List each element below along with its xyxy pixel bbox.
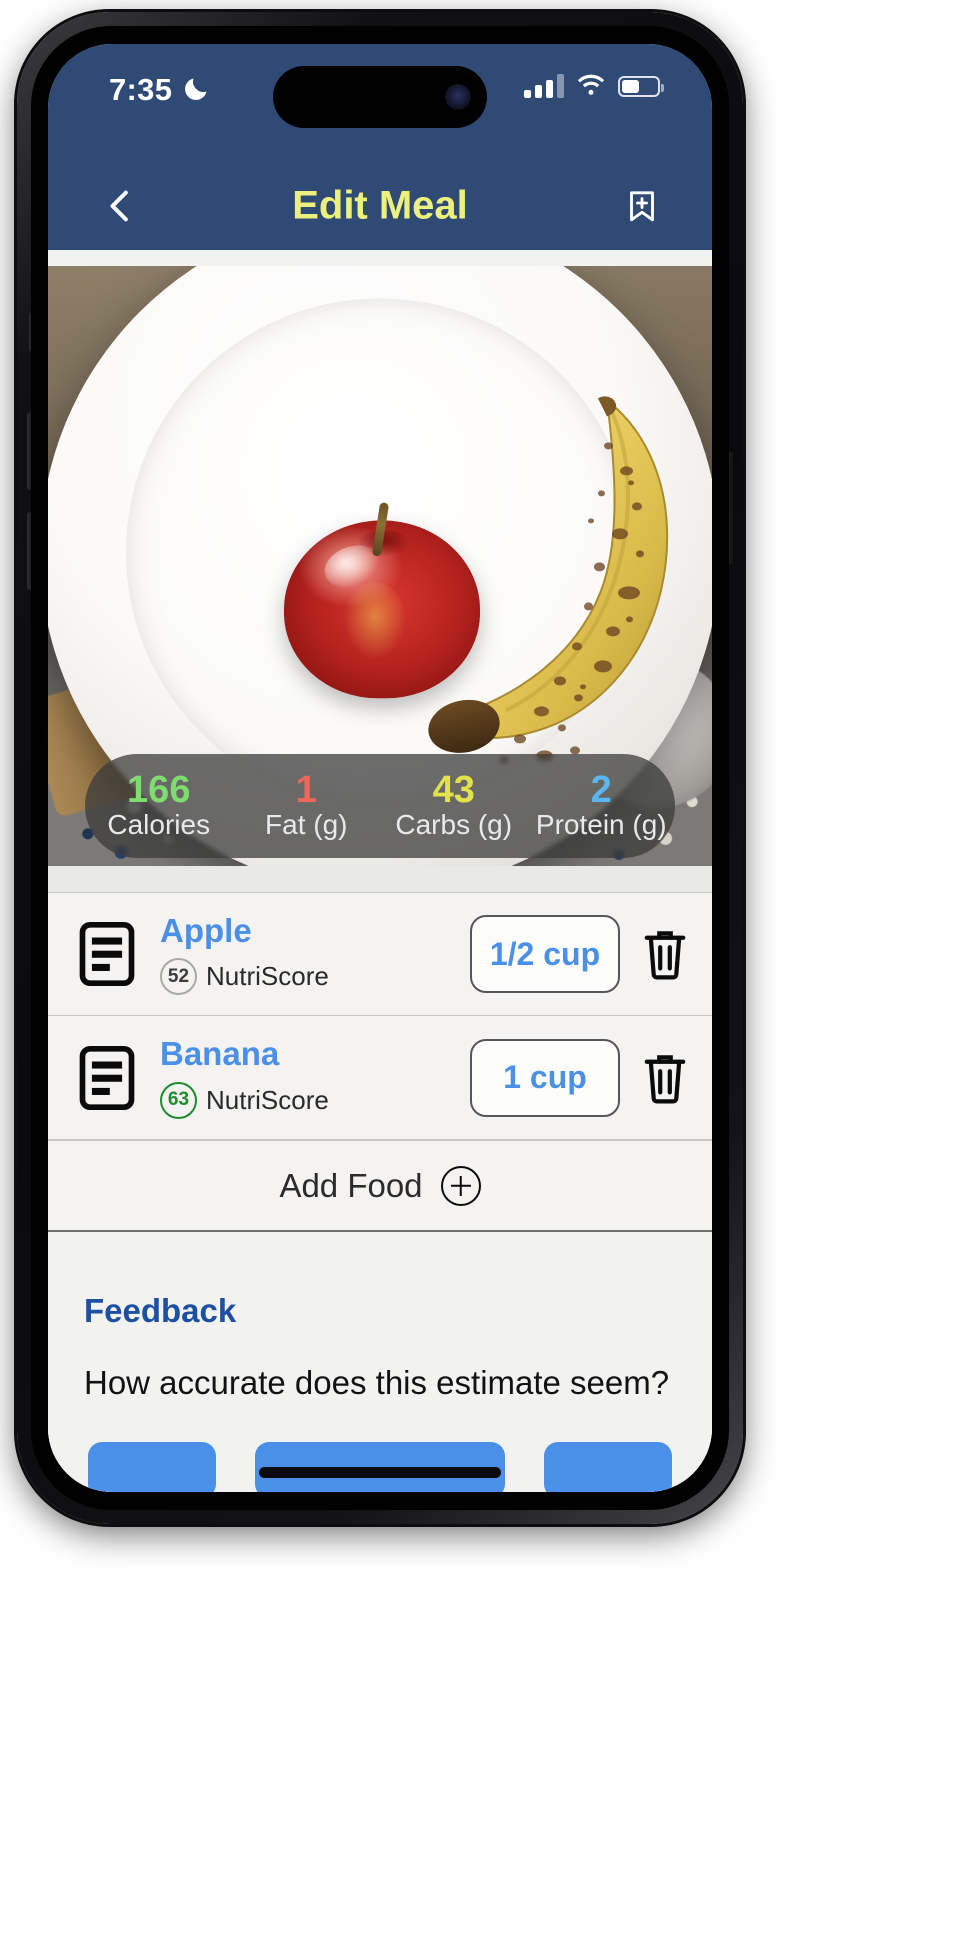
nutriscore-line: 52 NutriScore [160,958,470,996]
feedback-option-button[interactable] [88,1442,216,1492]
carbs-label: Carbs (g) [395,809,513,841]
phone-screen: 7:35 Edit Meal 166 Calories 1 Fat (g) 43… [48,44,712,1492]
crescent-moon-icon [185,78,207,100]
banana-spot [572,642,582,651]
calories-label: Calories [107,809,211,841]
scroll-content[interactable]: 166 Calories 1 Fat (g) 43 Carbs (g) 2 Pr… [48,250,712,1492]
navigation-bar: Edit Meal [48,162,712,250]
banana-spot [588,518,594,524]
banana-spot [574,694,583,702]
page-title: Edit Meal [292,183,468,228]
apple-highlight-yellow [344,582,406,659]
battery-fill [622,79,640,93]
banana-spot [584,602,593,611]
home-indicator[interactable] [259,1467,501,1478]
status-time: 7:35 [109,72,173,107]
trash-icon[interactable] [642,927,688,981]
banana-spot [636,550,644,558]
plate-inner [126,298,669,807]
banana-spot [632,502,642,511]
add-food-label: Add Food [279,1166,423,1204]
dynamic-island [273,66,487,128]
banana-spot [534,706,549,717]
document-icon[interactable] [78,1045,136,1111]
nutriscore-label: NutriScore [206,961,329,992]
table-row[interactable]: Apple 52 NutriScore 1/2 cup [48,892,712,1016]
status-icons [524,74,664,98]
nutriscore-badge: 63 [160,1081,197,1119]
nutrition-summary-overlay: 166 Calories 1 Fat (g) 43 Carbs (g) 2 Pr… [85,754,675,858]
banana-spot [558,724,566,732]
feedback-question: How accurate does this estimate seem? [84,1364,670,1401]
banana-spot [554,676,566,686]
banana-spot [598,490,605,497]
food-name[interactable]: Banana [160,1036,470,1073]
nutrition-protein: 2 Protein (g) [528,771,676,841]
food-name[interactable]: Apple [160,912,470,949]
banana-spot [626,616,633,623]
nutriscore-line: 63 NutriScore [160,1081,470,1119]
plus-circle-icon[interactable] [440,1165,481,1206]
portion-button[interactable]: 1 cup [470,1038,620,1117]
banana-spot [580,684,586,690]
wifi-icon [577,74,605,95]
back-button[interactable] [100,183,140,229]
nutrition-fat: 1 Fat (g) [233,771,381,841]
add-food-button[interactable]: Add Food [48,1140,712,1232]
document-icon[interactable] [78,921,136,987]
feedback-section: Feedback How accurate does this estimate… [48,1232,712,1492]
banana-spot [514,734,526,744]
fat-value: 1 [295,769,317,812]
nutriscore-label: NutriScore [206,1084,329,1115]
banana-spot [594,562,605,572]
front-camera-icon [445,84,471,110]
list-gap [48,866,712,892]
feedback-heading: Feedback [84,1292,237,1329]
fat-label: Fat (g) [265,809,348,841]
nutriscore-badge: 52 [160,958,197,996]
status-bar: 7:35 [48,44,712,162]
protein-label: Protein (g) [535,809,667,841]
content-spacer [48,250,712,266]
bookmark-add-icon[interactable] [624,185,660,227]
banana-spot [620,466,633,476]
banana-spot [618,586,640,600]
carbs-value: 43 [432,769,475,812]
banana-spot [594,660,612,673]
nutrition-calories: 166 Calories [85,771,233,841]
portion-button[interactable]: 1/2 cup [470,915,620,993]
banana-spot [606,626,620,637]
food-info: Banana 63 NutriScore [160,1036,470,1119]
banana-spot [628,480,634,486]
phone-frame: 7:35 Edit Meal 166 Calories 1 Fat (g) 43… [17,12,743,1524]
battery-icon [618,75,664,97]
trash-icon[interactable] [642,1051,688,1105]
meal-photo[interactable]: 166 Calories 1 Fat (g) 43 Carbs (g) 2 Pr… [48,266,712,866]
calories-value: 166 [127,769,191,812]
food-info: Apple 52 NutriScore [160,912,470,996]
banana-spot [604,442,613,450]
feedback-option-button[interactable] [544,1442,672,1492]
table-row[interactable]: Banana 63 NutriScore 1 cup [48,1016,712,1140]
protein-value: 2 [590,769,612,812]
nutrition-carbs: 43 Carbs (g) [380,771,528,841]
banana-spot [612,528,628,540]
cellular-signal-icon [524,74,564,98]
